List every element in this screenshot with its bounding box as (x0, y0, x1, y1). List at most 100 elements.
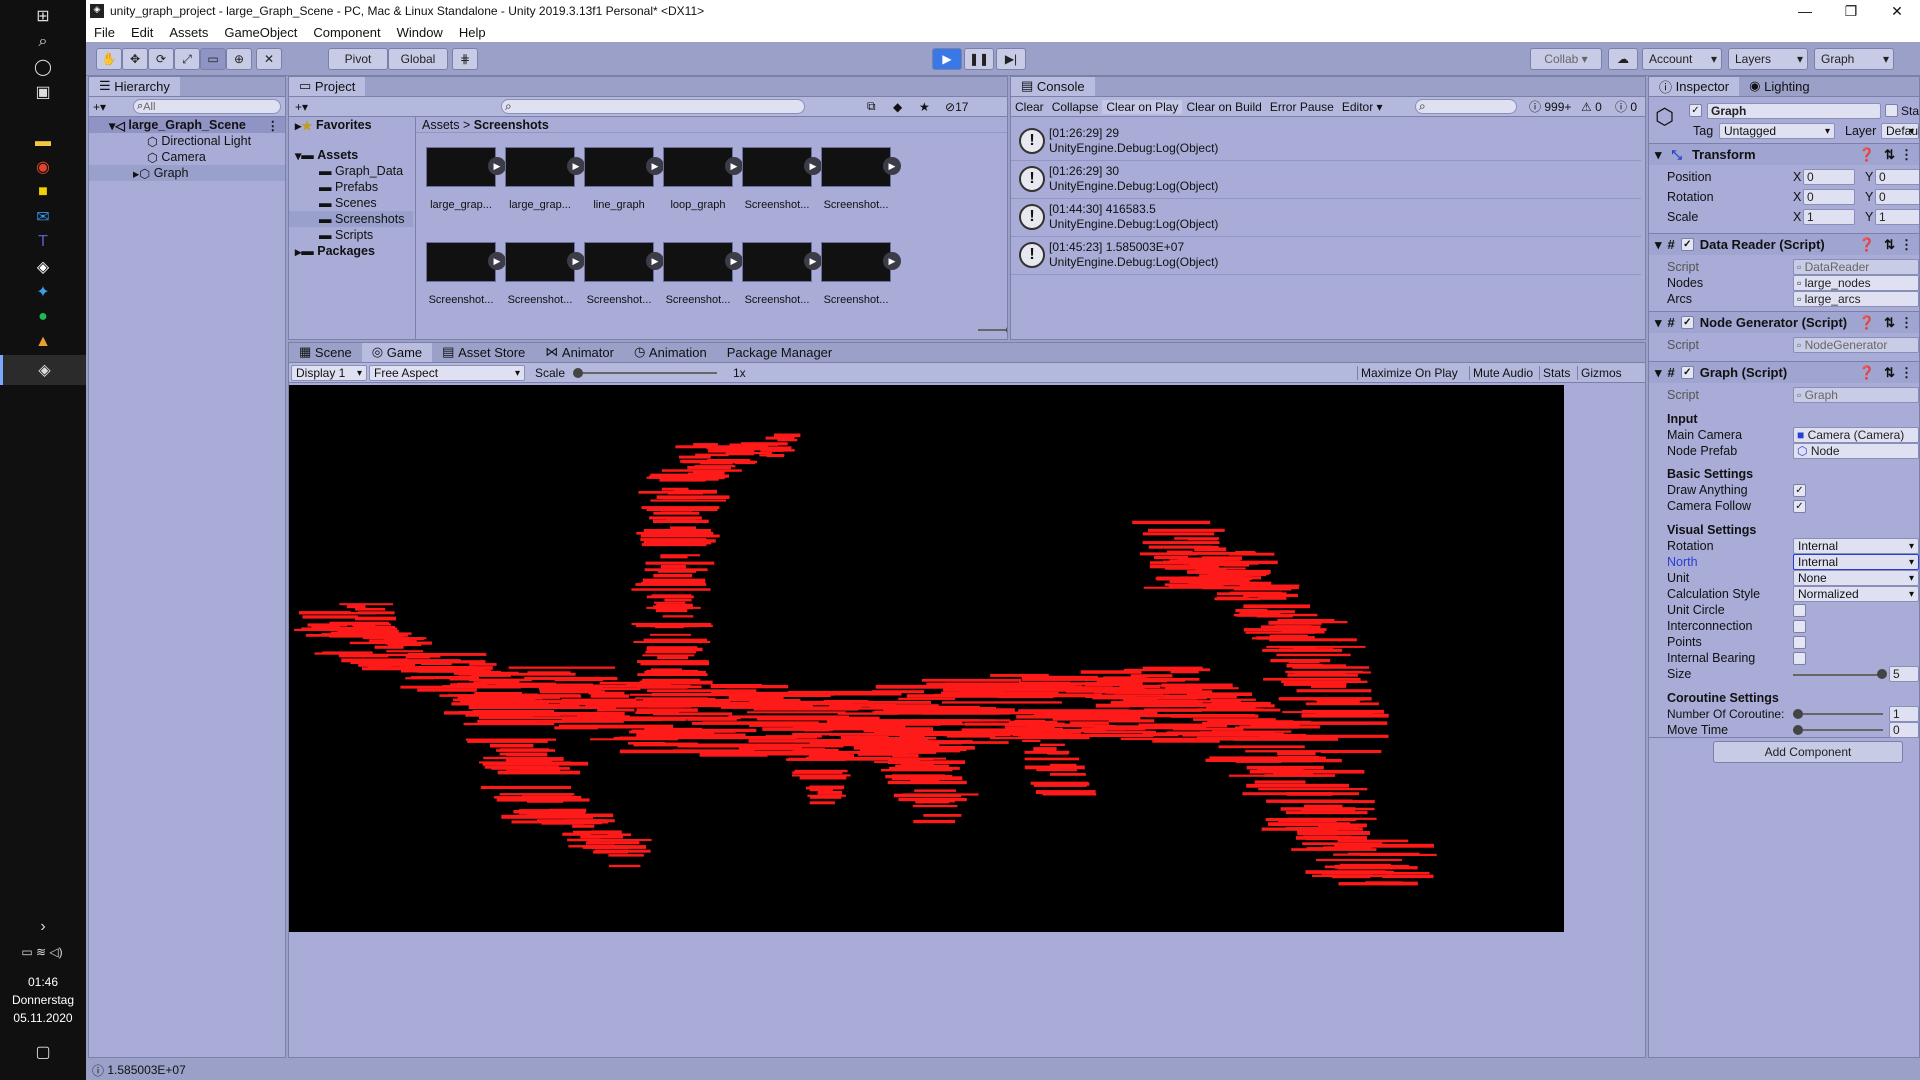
hierarchy-search-input[interactable]: ⌕ All (133, 99, 281, 114)
tab-project[interactable]: ▭ Project (289, 77, 366, 96)
assets-folder-row[interactable]: ▾ ▬ Assets (289, 147, 413, 163)
favorite-star-icon[interactable]: ★ (919, 100, 930, 114)
preset-icon[interactable]: ⇅ (1884, 315, 1895, 331)
transform-x-field[interactable]: 0 (1803, 169, 1855, 185)
aspect-dropdown[interactable]: Free Aspect (369, 365, 525, 381)
menu-gameobject[interactable]: GameObject (216, 25, 305, 40)
gizmos-dropdown[interactable]: Gizmos (1577, 365, 1625, 380)
filter-type-icon[interactable]: ⧉ (867, 99, 876, 114)
hierarchy-item[interactable]: ⬡ Camera (89, 149, 285, 165)
nodes-field[interactable]: ▫ large_nodes (1793, 275, 1919, 291)
size-slider-knob[interactable] (1877, 669, 1887, 679)
windows-start-icon[interactable]: ⊞ (28, 4, 58, 28)
graph-script-header[interactable]: ▾ # ✓ Graph (Script) ❓ ⇅ ⋮ (1649, 361, 1919, 383)
play-overlay-icon[interactable]: ▶ (883, 157, 901, 175)
menu-help[interactable]: Help (451, 25, 494, 40)
main-camera-field[interactable]: ■ Camera (Camera) (1793, 427, 1919, 443)
help-icon[interactable]: ❓ (1859, 315, 1875, 331)
play-overlay-icon[interactable]: ▶ (567, 157, 585, 175)
move-tool-icon[interactable]: ✥ (122, 48, 148, 70)
cortana-icon[interactable]: ◯ (28, 55, 58, 79)
zoom-slider-knob[interactable] (1006, 325, 1007, 335)
asset-thumbnail[interactable] (663, 242, 733, 282)
asset-thumbnail[interactable] (821, 242, 891, 282)
minimize-button[interactable]: — (1782, 3, 1828, 20)
close-button[interactable]: ✕ (1874, 3, 1920, 20)
transform-x-field[interactable]: 0 (1803, 189, 1855, 205)
num-coroutines-slider-knob[interactable] (1793, 709, 1803, 719)
kebab-icon[interactable]: ⋮ (1900, 315, 1913, 331)
maximize-button[interactable]: ❐ (1828, 3, 1874, 20)
folder-row[interactable]: ▬ Graph_Data (289, 163, 413, 179)
play-overlay-icon[interactable]: ▶ (488, 157, 506, 175)
asset-thumbnail[interactable] (426, 242, 496, 282)
interconnection-checkbox[interactable] (1793, 620, 1806, 633)
status-bar[interactable]: ⓘ 1.585003E+07 (86, 1060, 1920, 1080)
display-dropdown[interactable]: Display 1 (291, 365, 367, 381)
transform-tool-icon[interactable]: ⊕ (226, 48, 252, 70)
play-overlay-icon[interactable]: ▶ (883, 252, 901, 270)
step-button[interactable]: ▶| (996, 48, 1026, 70)
layers-dropdown[interactable]: Layers ▾ (1728, 48, 1808, 70)
hidden-count[interactable]: ⊘17 (945, 100, 968, 114)
unity-hub-icon[interactable]: ◈ (28, 255, 58, 279)
hand-tool-icon[interactable]: ✋ (96, 48, 122, 70)
account-dropdown[interactable]: Account ▾ (1642, 48, 1722, 70)
mail-icon[interactable]: ✉ (28, 205, 58, 229)
system-tray-icons[interactable]: ▭ ≋ ◁) (12, 940, 72, 964)
taskbar-clock[interactable]: 01:46 Donnerstag 05.11.2020 (0, 973, 86, 1027)
play-overlay-icon[interactable]: ▶ (725, 157, 743, 175)
tab-animator[interactable]: ⋈ Animator (535, 343, 624, 362)
log-count-toggle[interactable]: ⓘ 999+ (1529, 98, 1571, 115)
asset-thumbnail[interactable] (584, 242, 654, 282)
move-time-slider[interactable] (1793, 729, 1883, 731)
component-enabled-checkbox[interactable]: ✓ (1680, 238, 1694, 251)
game-view-canvas[interactable] (289, 385, 1564, 932)
node-generator-header[interactable]: ▾ # ✓ Node Generator (Script) ❓ ⇅ ⋮ (1649, 311, 1919, 333)
log-entry[interactable]: ! [01:26:29] 30 UnityEngine.Debug:Log(Obje… (1011, 161, 1641, 199)
rotation-dropdown[interactable]: Internal (1793, 538, 1919, 554)
scene-row[interactable]: ▾ ◁ large_Graph_Scene ⋮ (89, 117, 285, 133)
help-icon[interactable]: ❓ (1859, 147, 1875, 163)
play-overlay-icon[interactable]: ▶ (646, 252, 664, 270)
stats-toggle[interactable]: Stats (1539, 365, 1573, 380)
hierarchy-item[interactable]: ▸ ⬡ Graph (89, 165, 285, 181)
mute-audio-toggle[interactable]: Mute Audio (1469, 365, 1536, 380)
camera-follow-checkbox[interactable]: ✓ (1793, 500, 1806, 513)
menu-component[interactable]: Component (305, 25, 388, 40)
kebab-icon[interactable]: ⋮ (1900, 237, 1913, 253)
tag-dropdown[interactable]: Untagged (1719, 123, 1835, 139)
log-entry[interactable]: ! [01:44:30] 416583.5 UnityEngine.Debug:Lo… (1011, 199, 1641, 237)
add-component-button[interactable]: Add Component (1713, 741, 1903, 763)
tab-lighting[interactable]: ◉ Lighting (1739, 77, 1820, 96)
layout-dropdown[interactable]: Graph ▾ (1814, 48, 1894, 70)
node-prefab-field[interactable]: ⬡ Node (1793, 443, 1919, 459)
scale-slider[interactable] (575, 372, 717, 374)
transform-y-field[interactable]: 0 (1875, 189, 1919, 205)
clear-button[interactable]: Clear (1011, 100, 1048, 114)
play-overlay-icon[interactable]: ▶ (567, 252, 585, 270)
clear-on-build-button[interactable]: Clear on Build (1182, 100, 1265, 114)
pivot-toggle[interactable]: Pivot (328, 48, 388, 70)
error-pause-button[interactable]: Error Pause (1266, 100, 1338, 114)
tab-animation[interactable]: ◷ Animation (624, 343, 717, 362)
draw-anything-checkbox[interactable]: ✓ (1793, 484, 1806, 497)
log-entry[interactable]: ! [01:45:23] 1.585003E+07 UnityEngine.Debu… (1011, 237, 1641, 275)
tab-inspector[interactable]: ⓘ Inspector (1649, 77, 1740, 96)
warning-count-toggle[interactable]: ⚠ 0 (1581, 100, 1602, 114)
cloud-icon[interactable]: ☁ (1608, 48, 1638, 70)
rotate-tool-icon[interactable]: ⟳ (148, 48, 174, 70)
menu-file[interactable]: File (86, 25, 123, 40)
spotify-icon[interactable]: ● (28, 305, 58, 329)
kebab-icon[interactable]: ⋮ (1900, 365, 1913, 381)
arcs-field[interactable]: ▫ large_arcs (1793, 291, 1919, 307)
editor-dropdown[interactable]: Editor ▾ (1338, 100, 1387, 114)
tab-hierarchy[interactable]: ☰ Hierarchy (89, 77, 180, 96)
vlc-icon[interactable]: ▲ (28, 330, 58, 354)
object-name-field[interactable]: Graph (1707, 103, 1881, 119)
custom-tool-icon[interactable]: ✕ (256, 48, 282, 70)
asset-thumbnail[interactable] (821, 147, 891, 187)
breadcrumb-item[interactable]: Assets (422, 118, 460, 132)
play-overlay-icon[interactable]: ▶ (725, 252, 743, 270)
preset-icon[interactable]: ⇅ (1884, 237, 1895, 253)
